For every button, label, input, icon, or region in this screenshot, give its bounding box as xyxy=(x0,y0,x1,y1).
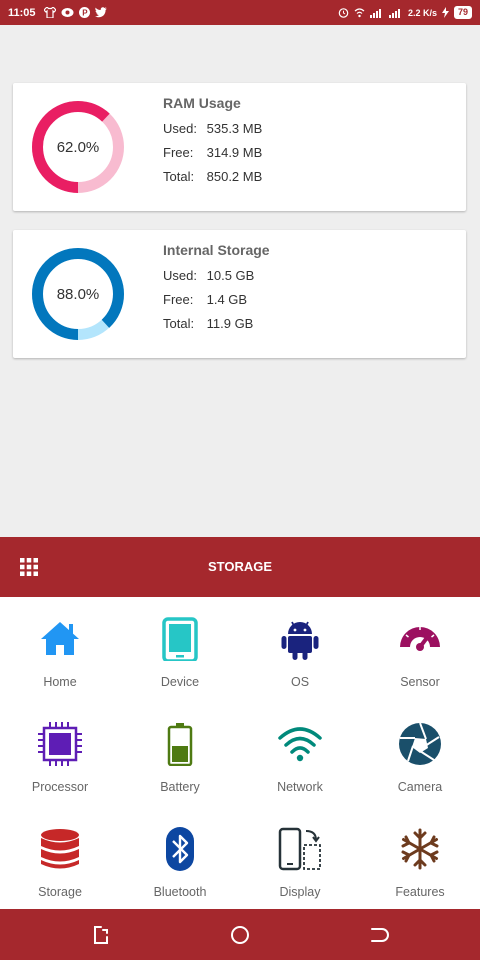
menu-label-bluetooth: Bluetooth xyxy=(153,885,207,899)
back-nav-icon[interactable] xyxy=(367,924,389,946)
menu-item-processor[interactable]: Processor xyxy=(0,702,120,807)
p-app-icon: P xyxy=(78,7,90,18)
menu-label-features: Features xyxy=(395,885,445,899)
menu-label-network: Network xyxy=(277,780,323,794)
menu-item-bluetooth[interactable]: Bluetooth xyxy=(120,807,240,912)
bluetooth-icon xyxy=(166,827,194,871)
status-time: 11:05 xyxy=(8,6,36,19)
section-title: STORAGE xyxy=(207,559,273,574)
ram-used-value: 535.3 MB xyxy=(206,121,263,136)
signal-icon-2 xyxy=(388,8,400,18)
aperture-icon xyxy=(399,722,441,765)
recent-apps-icon[interactable] xyxy=(90,924,112,946)
ram-title: RAM Usage xyxy=(163,95,241,111)
battery-level: 79 xyxy=(453,6,472,19)
android-icon xyxy=(281,621,319,660)
menu-label-storage: Storage xyxy=(38,885,82,899)
storage-total-key: Total: xyxy=(163,316,195,331)
lightning-icon xyxy=(441,7,449,18)
svg-text:P: P xyxy=(82,9,88,18)
menu-item-sensor[interactable]: Sensor xyxy=(360,597,480,702)
grid-menu-icon[interactable] xyxy=(20,558,38,576)
menu-item-home[interactable]: Home xyxy=(0,597,120,702)
ram-total-value: 850.2 MB xyxy=(206,169,263,184)
menu-label-os: OS xyxy=(290,675,310,689)
menu-label-home: Home xyxy=(43,675,77,689)
ram-used-row: Used: 535.3 MB xyxy=(163,117,262,141)
storage-used-value: 10.5 GB xyxy=(206,268,255,283)
menu-item-storage[interactable]: Storage xyxy=(0,807,120,912)
chip-icon xyxy=(38,722,82,766)
storage-title: Internal Storage xyxy=(163,242,270,258)
alarm-icon xyxy=(338,8,349,18)
menu-label-battery: Battery xyxy=(160,780,200,794)
storage-details: Internal Storage Used: 10.5 GB Free: 1.4… xyxy=(163,242,270,336)
menu-label-sensor: Sensor xyxy=(400,675,440,689)
ram-details: RAM Usage Used: 535.3 MB Free: 314.9 MB … xyxy=(163,95,262,189)
menu-item-camera[interactable]: Camera xyxy=(360,702,480,807)
storage-used-row: Used: 10.5 GB xyxy=(163,264,270,288)
menu-item-device[interactable]: Device xyxy=(120,597,240,702)
rotate-screen-icon xyxy=(278,827,321,871)
storage-total-row: Total: 11.9 GB xyxy=(163,312,270,336)
menu-item-os[interactable]: OS xyxy=(240,597,360,702)
menu-item-display[interactable]: Display xyxy=(240,807,360,912)
battery-icon xyxy=(167,723,193,766)
menu-item-features[interactable]: Features xyxy=(360,807,480,912)
tablet-icon xyxy=(162,617,198,661)
database-icon xyxy=(41,829,79,869)
snowflake-icon xyxy=(401,828,439,870)
home-icon xyxy=(41,622,79,655)
ram-usage-card[interactable]: 62.0% RAM Usage Used: 535.3 MB Free: 314… xyxy=(13,83,466,211)
menu-item-battery[interactable]: Battery xyxy=(120,702,240,807)
storage-free-value: 1.4 GB xyxy=(206,292,248,307)
menu-label-display: Display xyxy=(279,885,321,899)
feature-menu-grid: Home Device OS Sensor Processor Battery … xyxy=(0,597,480,909)
wifi-icon xyxy=(278,727,322,762)
eye-icon xyxy=(61,8,74,17)
system-navigation-bar xyxy=(0,909,480,960)
section-header-bar: STORAGE xyxy=(0,537,480,597)
twitter-icon xyxy=(94,7,107,18)
gauge-icon xyxy=(400,627,440,651)
ram-free-key: Free: xyxy=(163,145,194,160)
menu-item-network[interactable]: Network xyxy=(240,702,360,807)
wifi-status-icon xyxy=(354,7,365,17)
network-speed: 2.2 K/s xyxy=(407,7,437,18)
shirt-icon xyxy=(43,7,56,18)
storage-total-value: 11.9 GB xyxy=(206,316,254,331)
ram-total-key: Total: xyxy=(163,169,195,184)
storage-usage-card[interactable]: 88.0% Internal Storage Used: 10.5 GB Fre… xyxy=(13,230,466,358)
storage-free-key: Free: xyxy=(163,292,194,307)
status-bar: 11:05 P 2.2 K/s 79 xyxy=(0,0,480,25)
home-nav-icon[interactable] xyxy=(229,924,251,946)
storage-free-row: Free: 1.4 GB xyxy=(163,288,270,312)
menu-label-device: Device xyxy=(160,675,200,689)
ram-free-row: Free: 314.9 MB xyxy=(163,141,262,165)
storage-used-key: Used: xyxy=(163,268,197,283)
ram-used-key: Used: xyxy=(163,121,197,136)
ram-total-row: Total: 850.2 MB xyxy=(163,165,262,189)
menu-label-camera: Camera xyxy=(397,780,443,794)
storage-percent: 88.0% xyxy=(56,285,100,303)
signal-icon-1 xyxy=(369,8,381,18)
menu-label-processor: Processor xyxy=(31,780,89,794)
ram-free-value: 314.9 MB xyxy=(206,145,263,160)
ram-percent: 62.0% xyxy=(56,138,100,156)
